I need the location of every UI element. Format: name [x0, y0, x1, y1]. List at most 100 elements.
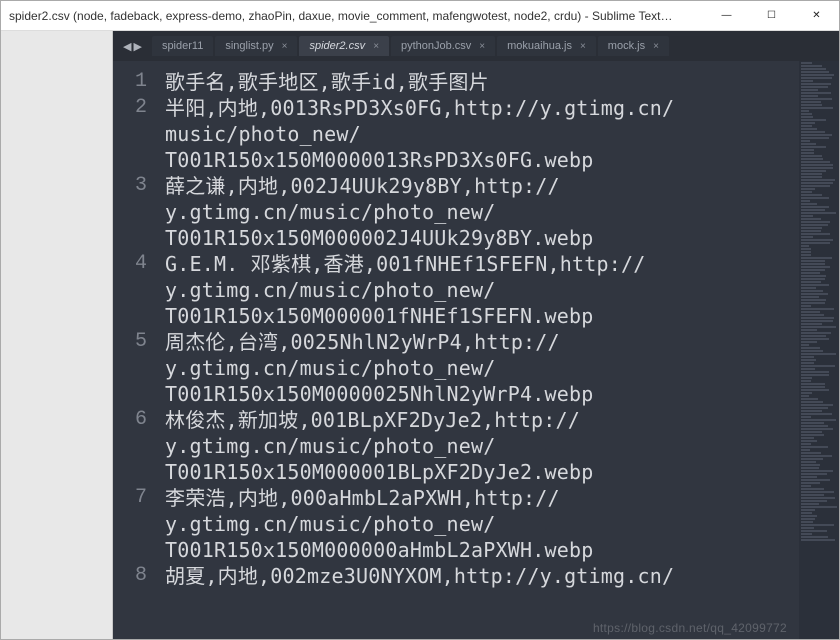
minimap-line: [801, 440, 817, 442]
minimap-line: [801, 518, 815, 520]
minimap-line: [801, 131, 825, 133]
close-icon[interactable]: ×: [580, 41, 586, 52]
code-line[interactable]: y.gtimg.cn/music/photo_new/: [165, 277, 799, 303]
minimap-line: [801, 230, 821, 232]
minimap-line: [801, 452, 821, 454]
minimap-line: [801, 176, 822, 178]
minimap-line: [801, 350, 823, 352]
code-line[interactable]: 胡夏,内地,002mze3U0NYXOM,http://y.gtimg.cn/: [165, 563, 799, 589]
minimap-line: [801, 215, 813, 217]
line-number: 2: [119, 95, 147, 121]
close-button[interactable]: ✕: [794, 1, 839, 30]
tab-spider11[interactable]: spider11: [152, 36, 213, 56]
minimap-line: [801, 233, 830, 235]
code-line[interactable]: 歌手名,歌手地区,歌手id,歌手图片: [165, 69, 799, 95]
tab-label: spider2.csv: [309, 40, 365, 52]
minimap-line: [801, 533, 812, 535]
minimap-line: [801, 503, 819, 505]
code-line[interactable]: y.gtimg.cn/music/photo_new/: [165, 355, 799, 381]
tabs-container: spider11singlist.py×spider2.csv×pythonJo…: [152, 36, 669, 56]
maximize-button[interactable]: ☐: [749, 1, 794, 30]
tab-label: singlist.py: [225, 40, 273, 52]
minimap-line: [801, 530, 827, 532]
code-line[interactable]: T001R150x150M000001BLpXF2DyJe2.webp: [165, 459, 799, 485]
minimap-line: [801, 371, 829, 373]
minimap-line: [801, 485, 811, 487]
code-line[interactable]: y.gtimg.cn/music/photo_new/: [165, 511, 799, 537]
close-icon[interactable]: ×: [653, 41, 659, 52]
close-icon[interactable]: ×: [479, 41, 485, 52]
minimap-line: [801, 500, 827, 502]
minimap-line: [801, 245, 809, 247]
minimap-line: [801, 317, 834, 319]
minimap-line: [801, 353, 836, 355]
tab-singlist-py[interactable]: singlist.py ×: [215, 36, 297, 56]
title-bar[interactable]: spider2.csv (node, fadeback, express-dem…: [1, 1, 839, 31]
minimap-line: [801, 113, 812, 115]
minimap-line: [801, 68, 826, 70]
minimap-line: [801, 227, 822, 229]
code-line[interactable]: G.E.M. 邓紫棋,香港,001fNHEf1SFEFN,http://: [165, 251, 799, 277]
tab-prev-icon[interactable]: ◀: [123, 40, 131, 53]
minimap-line: [801, 365, 835, 367]
code-content[interactable]: 歌手名,歌手地区,歌手id,歌手图片半阳,内地,0013RsPD3Xs0FG,h…: [161, 61, 799, 639]
code-line[interactable]: 林俊杰,新加坡,001BLpXF2DyJe2,http://: [165, 407, 799, 433]
close-icon[interactable]: ×: [373, 41, 379, 52]
minimap-line: [801, 104, 822, 106]
minimap-line: [801, 182, 833, 184]
tab-mock-js[interactable]: mock.js×: [598, 36, 669, 56]
minimap[interactable]: [799, 61, 839, 639]
minimap-line: [801, 278, 825, 280]
minimap-line: [801, 437, 814, 439]
minimap-line: [801, 392, 812, 394]
minimap-line: [801, 326, 836, 328]
code-line[interactable]: y.gtimg.cn/music/photo_new/: [165, 199, 799, 225]
minimap-line: [801, 314, 824, 316]
minimap-line: [801, 488, 824, 490]
code-line[interactable]: 周杰伦,台湾,0025NhlN2yWrP4,http://: [165, 329, 799, 355]
minimap-line: [801, 443, 811, 445]
sidebar-panel[interactable]: [1, 31, 113, 639]
code-line[interactable]: T001R150x150M000000aHmbL2aPXWH.webp: [165, 537, 799, 563]
code-line[interactable]: T001R150x150M000001fNHEf1SFEFN.webp: [165, 303, 799, 329]
minimap-line: [801, 404, 833, 406]
minimap-line: [801, 419, 836, 421]
minimap-line: [801, 158, 823, 160]
minimap-line: [801, 263, 825, 265]
tab-pythonjob-csv[interactable]: pythonJob.csv×: [391, 36, 495, 56]
minimap-line: [801, 200, 810, 202]
minimap-line: [801, 458, 823, 460]
minimap-line: [801, 332, 831, 334]
line-number-gutter: 12345678: [113, 61, 161, 639]
tab-mokuaihua-js[interactable]: mokuaihua.js×: [497, 36, 596, 56]
minimap-line: [801, 482, 820, 484]
minimap-line: [801, 128, 817, 130]
code-line[interactable]: music/photo_new/: [165, 121, 799, 147]
minimap-line: [801, 335, 826, 337]
minimap-line: [801, 416, 811, 418]
minimap-line: [801, 65, 822, 67]
minimap-line: [801, 185, 830, 187]
close-icon[interactable]: ×: [282, 41, 288, 52]
tab-spider2-csv[interactable]: spider2.csv ×: [299, 36, 388, 56]
code-line[interactable]: 半阳,内地,0013RsPD3Xs0FG,http://y.gtimg.cn/: [165, 95, 799, 121]
line-number: 7: [119, 485, 147, 511]
minimap-line: [801, 425, 828, 427]
minimap-line: [801, 323, 822, 325]
watermark-text: https://blog.csdn.net/qq_42099772: [593, 621, 787, 635]
minimize-button[interactable]: —: [704, 1, 749, 30]
code-line[interactable]: 薛之谦,内地,002J4UUk29y8BY,http://: [165, 173, 799, 199]
code-line[interactable]: y.gtimg.cn/music/photo_new/: [165, 433, 799, 459]
window-controls: — ☐ ✕: [704, 1, 839, 30]
tab-bar: ◀ ▶ spider11singlist.py×spider2.csv×pyth…: [113, 31, 839, 61]
minimap-line: [801, 236, 813, 238]
tab-next-icon[interactable]: ▶: [133, 40, 141, 53]
code-line[interactable]: 李荣浩,内地,000aHmbL2aPXWH,http://: [165, 485, 799, 511]
editor-area[interactable]: 12345678 歌手名,歌手地区,歌手id,歌手图片半阳,内地,0013RsP…: [113, 61, 839, 639]
code-line[interactable]: T001R150x150M0000025NhlN2yWrP4.webp: [165, 381, 799, 407]
minimap-line: [801, 506, 837, 508]
code-line[interactable]: T001R150x150M000002J4UUk29y8BY.webp: [165, 225, 799, 251]
minimap-line: [801, 446, 828, 448]
code-line[interactable]: T001R150x150M0000013RsPD3Xs0FG.webp: [165, 147, 799, 173]
minimap-line: [801, 413, 832, 415]
